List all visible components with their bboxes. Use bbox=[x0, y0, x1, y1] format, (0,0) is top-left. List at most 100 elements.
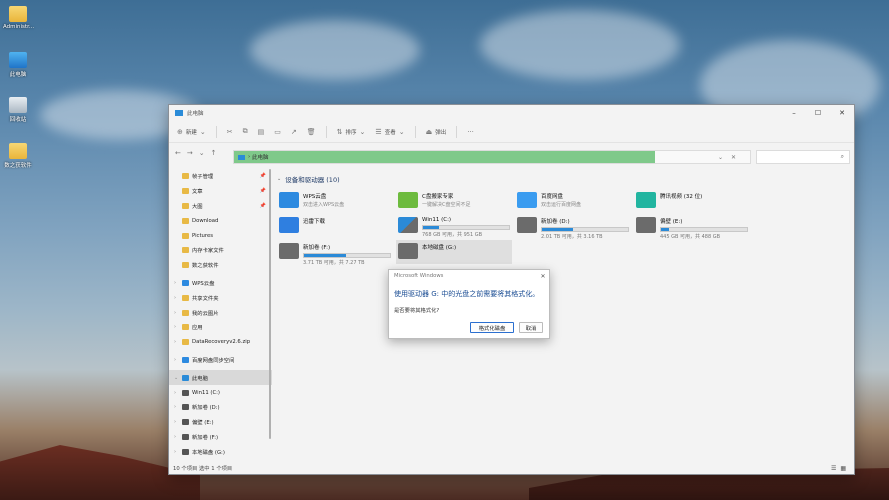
chevron-right-icon[interactable]: › bbox=[174, 357, 182, 363]
desktop-icon-recycle-bin[interactable]: 回收站 bbox=[3, 97, 33, 123]
eject-button[interactable]: ⏏ 弹出 bbox=[426, 128, 447, 136]
folder-icon bbox=[182, 309, 189, 316]
folder-icon bbox=[182, 247, 189, 254]
breadcrumb[interactable]: 此电脑 bbox=[252, 153, 269, 161]
folder-icon bbox=[9, 143, 27, 159]
window-title: 此电脑 bbox=[187, 111, 204, 117]
drive-tile[interactable]: 新加卷 (F:) 3.71 TB 可用，共 7.27 TB bbox=[277, 240, 393, 266]
sidebar-item[interactable]: 内存卡家文件 bbox=[169, 243, 272, 258]
close-button[interactable]: ✕ bbox=[830, 109, 854, 117]
desktop-icon-software-folder[interactable]: 数之获软件 bbox=[3, 143, 33, 169]
chevron-right-icon[interactable]: › bbox=[174, 310, 182, 316]
chevron-right-icon[interactable]: › bbox=[174, 339, 182, 345]
sidebar-item[interactable]: › DataRecoveryv2.6.zip bbox=[169, 335, 272, 350]
drive-tile[interactable]: Win11 (C:) 768 GB 可用，共 951 GB bbox=[396, 214, 512, 238]
drive-tile[interactable]: 百度网盘 双击运行百度网盘 bbox=[515, 189, 631, 213]
tile-name: 本地磁盘 (G:) bbox=[422, 245, 457, 251]
navigation-pane: 帧子管理 📌 文章 📌 大图 📌 Download Pictures 内存卡家文件 数之获软件 › W… bbox=[169, 169, 272, 464]
chevron-right-icon[interactable]: › bbox=[174, 449, 182, 455]
sidebar-item[interactable]: 大图 📌 bbox=[169, 199, 272, 214]
chevron-right-icon[interactable]: › bbox=[174, 404, 182, 410]
dialog-title-bar[interactable]: Microsoft Windows ✕ bbox=[389, 270, 549, 282]
desktop-icon-label: 此电脑 bbox=[9, 72, 27, 78]
tile-name: WPS云盘 bbox=[303, 194, 327, 200]
sort-button[interactable]: ⇅ 排序 ⌄ bbox=[337, 128, 366, 136]
chevron-right-icon[interactable]: › bbox=[174, 419, 182, 425]
minimize-button[interactable]: – bbox=[782, 109, 806, 117]
view-button[interactable]: ☰ 查看 ⌄ bbox=[375, 128, 404, 136]
new-button[interactable]: ⊕ 新建 ⌄ bbox=[177, 128, 206, 136]
tencent-video-icon bbox=[636, 192, 656, 208]
drive-tile[interactable]: 本地磁盘 (G:) bbox=[396, 240, 512, 264]
scrollbar[interactable] bbox=[269, 169, 271, 439]
copy-icon[interactable]: ⧉ bbox=[243, 127, 248, 136]
sort-label: 排序 bbox=[345, 129, 357, 136]
sidebar-item[interactable]: › 我的云图片 bbox=[169, 305, 272, 320]
tile-name: 腾讯视频 (32 位) bbox=[660, 194, 703, 200]
chevron-right-icon[interactable]: › bbox=[174, 434, 182, 440]
folder-icon bbox=[182, 232, 189, 239]
sidebar-item[interactable]: › WPS云盘 bbox=[169, 276, 272, 291]
share-icon[interactable]: ↗ bbox=[291, 128, 297, 136]
address-controls[interactable]: ⌄✕ bbox=[718, 154, 744, 161]
sidebar-item[interactable]: › Win11 (C:) bbox=[169, 385, 272, 400]
delete-icon[interactable]: 🗑 bbox=[307, 128, 316, 136]
search-input[interactable]: ⌕ bbox=[756, 150, 850, 164]
tile-name: C盘搬家专家 bbox=[422, 194, 454, 200]
paste-icon[interactable]: ▤ bbox=[258, 128, 265, 136]
chevron-right-icon[interactable]: › bbox=[174, 295, 182, 301]
sidebar-item[interactable]: 帧子管理 📌 bbox=[169, 169, 272, 184]
desktop-icon-administrator[interactable]: Administr... bbox=[3, 6, 34, 30]
drive-tile[interactable]: 新加卷 (D:) 2.01 TB 可用，共 3.16 TB bbox=[515, 214, 631, 240]
chevron-right-icon[interactable]: › bbox=[174, 390, 182, 396]
desktop-icon-label: 数之获软件 bbox=[4, 163, 32, 169]
address-bar[interactable]: › 此电脑 ⌄✕ bbox=[233, 150, 751, 164]
drive-tile[interactable]: 偏壁 (E:) 445 GB 可用，共 488 GB bbox=[634, 214, 750, 240]
sidebar-item[interactable]: › 本地磁盘 (G:) bbox=[169, 444, 272, 459]
sidebar-item[interactable]: Download bbox=[169, 213, 272, 228]
cancel-button[interactable]: 取消 bbox=[519, 322, 543, 333]
sidebar-item[interactable]: 文章 📌 bbox=[169, 184, 272, 199]
back-icon[interactable]: ← bbox=[175, 149, 181, 157]
recent-chevron-icon[interactable]: ⌄ bbox=[199, 149, 205, 157]
cut-icon[interactable]: ✂ bbox=[227, 128, 233, 136]
chevron-right-icon[interactable]: › bbox=[174, 324, 182, 330]
divider bbox=[414, 125, 416, 138]
up-icon[interactable]: ↑ bbox=[211, 149, 217, 157]
title-bar[interactable]: 此电脑 – ☐ ✕ bbox=[169, 105, 854, 121]
sidebar-item[interactable]: › 新加卷 (F:) bbox=[169, 430, 272, 445]
pin-icon: 📌 bbox=[259, 202, 266, 209]
sidebar-item[interactable]: › 应用 bbox=[169, 320, 272, 335]
drive-icon bbox=[398, 243, 418, 259]
chevron-right-icon[interactable]: › bbox=[174, 280, 182, 286]
divider bbox=[215, 125, 217, 138]
sidebar-item[interactable]: › 百度网盘同步空间 bbox=[169, 353, 272, 368]
view-label: 查看 bbox=[384, 129, 396, 136]
desktop-icon-this-pc[interactable]: 此电脑 bbox=[3, 52, 33, 78]
sidebar-item-label: 本地磁盘 (G:) bbox=[192, 449, 225, 456]
sidebar-item[interactable]: › 偏壁 (E:) bbox=[169, 415, 272, 430]
chevron-right-icon[interactable]: ⌄ bbox=[174, 375, 182, 381]
close-icon[interactable]: ✕ bbox=[537, 273, 549, 280]
sidebar-item[interactable]: › 新加卷 (D:) bbox=[169, 400, 272, 415]
sidebar-item[interactable]: 数之获软件 bbox=[169, 258, 272, 273]
maximize-button[interactable]: ☐ bbox=[806, 109, 830, 117]
tile-description: 一键解决C盘空间不足 bbox=[422, 202, 471, 208]
drive-tile[interactable]: WPS云盘 双击进入WPS云盘 bbox=[277, 189, 393, 213]
folder-icon bbox=[182, 217, 189, 224]
view-toggle-buttons[interactable]: ☰▦ bbox=[831, 465, 850, 472]
drive-tile[interactable]: 迅雷下载 bbox=[277, 214, 393, 238]
view-icon: ☰ bbox=[375, 127, 382, 136]
rename-icon[interactable]: ▭ bbox=[274, 128, 281, 136]
sidebar-item[interactable]: › 共享文件夹 bbox=[169, 290, 272, 305]
more-options-icon[interactable]: ··· bbox=[467, 128, 474, 136]
drive-tile[interactable]: C盘搬家专家一键解决C盘空间不足 bbox=[396, 189, 512, 213]
format-disk-button[interactable]: 格式化磁盘 bbox=[470, 322, 514, 333]
section-header[interactable]: ⌄ 设备和驱动器 (10) bbox=[277, 173, 852, 185]
usage-fill bbox=[542, 228, 573, 231]
plus-icon: ⊕ bbox=[177, 127, 183, 136]
sidebar-item[interactable]: Pictures bbox=[169, 228, 272, 243]
forward-icon[interactable]: → bbox=[187, 149, 193, 157]
sidebar-item[interactable]: ⌄ 此电脑 bbox=[169, 370, 272, 386]
drive-tile[interactable]: 腾讯视频 (32 位) bbox=[634, 189, 750, 213]
